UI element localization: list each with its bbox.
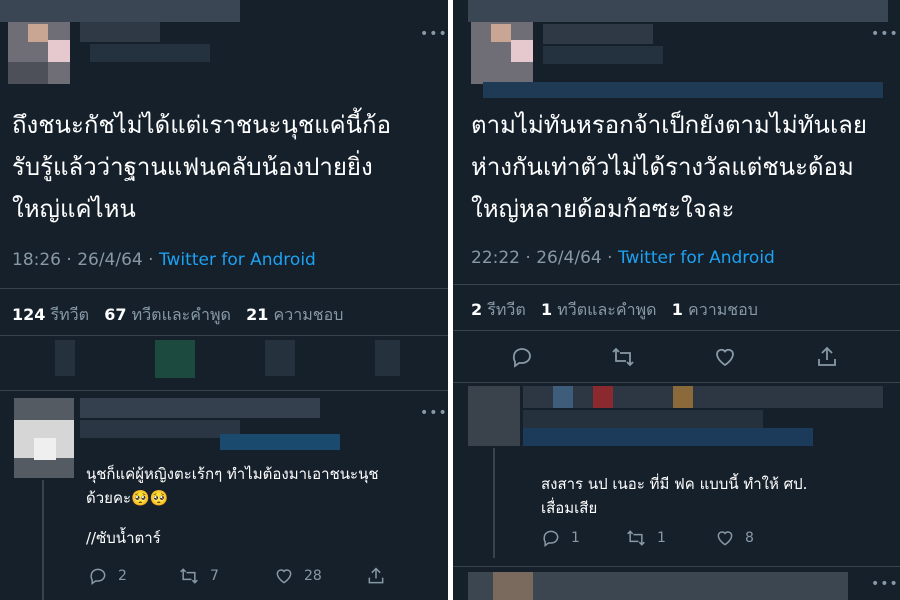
divider: [453, 382, 900, 383]
retweet-button[interactable]: 7: [178, 566, 219, 586]
reply-line-1: นุชก็แค่ผู้หญิงตะเร้กๆ ทำไมต้องมาเอาชนะน…: [86, 465, 379, 483]
tweet-line-3: ใหญ่แค่ไหน: [12, 195, 136, 223]
reply-count: 1: [571, 530, 580, 546]
retweet-button[interactable]: [610, 345, 636, 373]
divider: [0, 288, 448, 289]
retweet-count: 1: [657, 530, 666, 546]
retweet-icon: [612, 347, 634, 367]
thread-line: [493, 448, 495, 558]
tweet-line-2: รับรู้แล้วว่าฐานแฟนคลับน้องปายยิ่ง: [12, 153, 373, 181]
tweet-text: ตามไม่ทันหรอกจ้าเป็กยังตามไม่ทันเลย ห่าง…: [471, 104, 867, 230]
divider: [453, 284, 900, 285]
tweet-line-2: ห่างกันเท่าตัวไม่ได้รางวัลแต่ชนะด้อม: [471, 153, 854, 181]
divider: [0, 390, 448, 391]
like-icon: [716, 348, 734, 367]
reply-text: นุชก็แค่ผู้หญิงตะเร้กๆ ทำไมต้องมาเอาชนะน…: [86, 462, 379, 550]
reply-button[interactable]: 1: [541, 528, 580, 548]
share-button[interactable]: [366, 566, 396, 586]
reply-tag: //ซับน้ำตาร์: [86, 529, 161, 547]
more-icon[interactable]: •••: [420, 26, 448, 42]
tweet-line-1: ตามไม่ทันหรอกจ้าเป็กยังตามไม่ทันเลย: [471, 111, 867, 139]
more-icon[interactable]: •••: [420, 405, 448, 421]
tweet-timestamp: 18:26 · 26/4/64 · Twitter for Android: [12, 250, 316, 270]
like-button[interactable]: [713, 345, 737, 373]
reply-count: 2: [118, 568, 127, 584]
quotes-stat[interactable]: 67 ทวีตและคำพูด: [104, 305, 231, 324]
engagement-stats: 2 รีทวีต 1 ทวีตและคำพูด 1 ความชอบ: [471, 298, 758, 323]
timestamp-text: 22:22 · 26/4/64 ·: [471, 248, 618, 268]
share-icon: [368, 567, 384, 584]
retweet-button[interactable]: 1: [625, 528, 666, 548]
share-button[interactable]: [815, 345, 839, 373]
timestamp-text: 18:26 · 26/4/64 ·: [12, 250, 159, 270]
reply-icon: [90, 568, 106, 585]
left-screenshot: ••• ถึงชนะกัชไม่ได้แต่เราชนะนุชแค่นี้ก้อ…: [0, 0, 448, 600]
reply-line-2: เสื่อมเสีย: [541, 499, 598, 517]
tweet-text: ถึงชนะกัชไม่ได้แต่เราชนะนุชแค่นี้ก้อ รับ…: [12, 104, 391, 230]
like-icon: [276, 569, 292, 584]
like-count: 28: [304, 568, 322, 584]
source-link[interactable]: Twitter for Android: [618, 248, 775, 268]
reply-line-2: ด้วยคะ🥺🥺: [86, 489, 169, 507]
reply-button[interactable]: 2: [88, 566, 127, 586]
likes-stat[interactable]: 21 ความชอบ: [246, 305, 343, 324]
retweets-stat[interactable]: 124 รีทวีต: [12, 305, 89, 324]
retweet-icon: [180, 568, 198, 584]
divider: [453, 330, 900, 331]
retweet-icon: [627, 530, 645, 546]
share-icon: [818, 346, 836, 366]
divider: [453, 566, 900, 567]
quotes-stat[interactable]: 1 ทวีตและคำพูด: [541, 300, 657, 319]
source-link[interactable]: Twitter for Android: [159, 250, 316, 270]
like-button[interactable]: 28: [274, 566, 322, 586]
more-icon[interactable]: •••: [871, 26, 899, 42]
reply-icon: [543, 530, 559, 547]
retweet-count: 7: [210, 568, 219, 584]
reply-line-1: สงสาร นป เนอะ ที่มี ฟค แบบนี้ ทำให้ ศป.: [541, 475, 808, 493]
like-button[interactable]: 8: [715, 528, 754, 548]
likes-stat[interactable]: 1 ความชอบ: [672, 300, 758, 319]
tweet-line-3: ใหญ่หลายด้อมก้อซะใจละ: [471, 195, 735, 223]
engagement-stats: 124 รีทวีต 67 ทวีตและคำพูด 21 ความชอบ: [12, 303, 343, 328]
tweet-timestamp: 22:22 · 26/4/64 · Twitter for Android: [471, 248, 775, 268]
retweets-stat[interactable]: 2 รีทวีต: [471, 300, 526, 319]
like-icon: [717, 531, 733, 546]
more-icon[interactable]: •••: [871, 576, 899, 592]
tweet-line-1: ถึงชนะกัชไม่ได้แต่เราชนะนุชแค่นี้ก้อ: [12, 111, 391, 139]
right-screenshot: ••• ตามไม่ทันหรอกจ้าเป็กยังตามไม่ทันเลย …: [453, 0, 900, 600]
reply-text: สงสาร นป เนอะ ที่มี ฟค แบบนี้ ทำให้ ศป. …: [541, 472, 807, 520]
reply-button[interactable]: [510, 345, 534, 373]
like-count: 8: [745, 530, 754, 546]
reply-icon: [512, 348, 531, 368]
divider: [0, 335, 448, 336]
thread-line: [42, 480, 44, 600]
